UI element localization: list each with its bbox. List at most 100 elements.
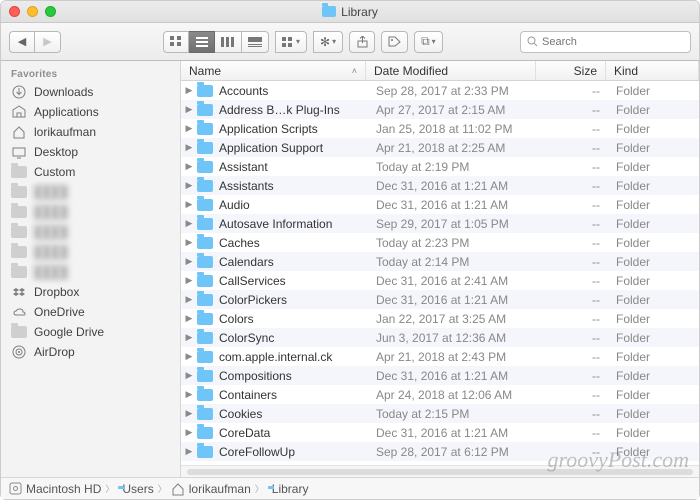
dropbox-toolbar-button[interactable]: ⧉ ▾	[414, 31, 443, 53]
file-kind: Folder	[608, 331, 699, 345]
file-row[interactable]: ▶CachesToday at 2:23 PM--Folder	[181, 233, 699, 252]
file-name: Containers	[219, 388, 368, 402]
icon-view-button[interactable]	[163, 31, 189, 53]
disclosure-triangle-icon[interactable]: ▶	[181, 180, 197, 191]
disclosure-triangle-icon[interactable]: ▶	[181, 313, 197, 324]
disclosure-triangle-icon[interactable]: ▶	[181, 351, 197, 362]
tags-button[interactable]	[381, 31, 408, 53]
file-row[interactable]: ▶AccountsSep 28, 2017 at 2:33 PM--Folder	[181, 81, 699, 100]
disclosure-triangle-icon[interactable]: ▶	[181, 123, 197, 134]
disclosure-triangle-icon[interactable]: ▶	[181, 389, 197, 400]
sidebar-item[interactable]: Desktop	[1, 142, 180, 162]
file-date: Today at 2:14 PM	[368, 255, 538, 269]
path-segment[interactable]: Library	[268, 482, 309, 496]
horizontal-scrollbar[interactable]	[181, 465, 699, 477]
sidebar-item[interactable]: Custom	[1, 162, 180, 182]
back-button[interactable]: ◀	[9, 31, 35, 53]
list-view-button[interactable]	[189, 31, 215, 53]
search-input[interactable]	[542, 36, 684, 48]
zoom-window-button[interactable]	[45, 6, 56, 17]
column-size[interactable]: Size	[536, 61, 606, 80]
share-button[interactable]	[349, 31, 375, 53]
download-icon	[11, 85, 27, 99]
file-name: CoreFollowUp	[219, 445, 368, 459]
disclosure-triangle-icon[interactable]: ▶	[181, 332, 197, 343]
arrange-button[interactable]: ▾	[275, 31, 307, 53]
file-row[interactable]: ▶AssistantsDec 31, 2016 at 1:21 AM--Fold…	[181, 176, 699, 195]
folder-icon	[197, 370, 213, 382]
sidebar-item[interactable]: Dropbox	[1, 282, 180, 302]
disclosure-triangle-icon[interactable]: ▶	[181, 104, 197, 115]
scrollbar-thumb[interactable]	[187, 469, 693, 475]
file-name: Application Support	[219, 141, 368, 155]
sidebar-item[interactable]: Downloads	[1, 82, 180, 102]
gallery-view-button[interactable]	[242, 31, 269, 53]
share-icon	[357, 36, 368, 48]
disclosure-triangle-icon[interactable]: ▶	[181, 161, 197, 172]
folder-icon	[197, 275, 213, 287]
file-row[interactable]: ▶CallServicesDec 31, 2016 at 2:41 AM--Fo…	[181, 271, 699, 290]
sidebar-item[interactable]: OneDrive	[1, 302, 180, 322]
disclosure-triangle-icon[interactable]: ▶	[181, 294, 197, 305]
action-button[interactable]: ✻ ▾	[313, 31, 343, 53]
file-row[interactable]: ▶Application SupportApr 21, 2018 at 2:25…	[181, 138, 699, 157]
disclosure-triangle-icon[interactable]: ▶	[181, 446, 197, 457]
file-row[interactable]: ▶Autosave InformationSep 29, 2017 at 1:0…	[181, 214, 699, 233]
sidebar-item[interactable]: ████	[1, 202, 180, 222]
folder-icon	[197, 294, 213, 306]
file-row[interactable]: ▶Application ScriptsJan 25, 2018 at 11:0…	[181, 119, 699, 138]
file-row[interactable]: ▶com.apple.internal.ckApr 21, 2018 at 2:…	[181, 347, 699, 366]
sidebar-item-label: Dropbox	[34, 285, 79, 299]
sidebar-item-label: ████	[34, 265, 68, 279]
file-row[interactable]: ▶CoreDataDec 31, 2016 at 1:21 AM--Folder	[181, 423, 699, 442]
disclosure-triangle-icon[interactable]: ▶	[181, 218, 197, 229]
sidebar-item[interactable]: Applications	[1, 102, 180, 122]
close-window-button[interactable]	[9, 6, 20, 17]
sidebar-item[interactable]: Google Drive	[1, 322, 180, 342]
file-row[interactable]: ▶AudioDec 31, 2016 at 1:21 AM--Folder	[181, 195, 699, 214]
disclosure-triangle-icon[interactable]: ▶	[181, 142, 197, 153]
file-row[interactable]: ▶CompositionsDec 31, 2016 at 1:21 AM--Fo…	[181, 366, 699, 385]
dropbox-icon	[11, 285, 27, 299]
file-rows[interactable]: ▶AccountsSep 28, 2017 at 2:33 PM--Folder…	[181, 81, 699, 465]
disclosure-triangle-icon[interactable]: ▶	[181, 256, 197, 267]
path-segment[interactable]: Macintosh HD	[9, 482, 101, 496]
sidebar-item[interactable]: ████	[1, 222, 180, 242]
file-row[interactable]: ▶ColorsJan 22, 2017 at 3:25 AM--Folder	[181, 309, 699, 328]
column-view-button[interactable]	[215, 31, 242, 53]
gear-icon: ✻	[320, 35, 330, 49]
disclosure-triangle-icon[interactable]: ▶	[181, 199, 197, 210]
minimize-window-button[interactable]	[27, 6, 38, 17]
list-icon	[196, 37, 208, 47]
file-row[interactable]: ▶ColorSyncJun 3, 2017 at 12:36 AM--Folde…	[181, 328, 699, 347]
file-row[interactable]: ▶ColorPickersDec 31, 2016 at 1:21 AM--Fo…	[181, 290, 699, 309]
file-row[interactable]: ▶CalendarsToday at 2:14 PM--Folder	[181, 252, 699, 271]
column-name[interactable]: Name˄	[181, 61, 366, 80]
file-date: Sep 29, 2017 at 1:05 PM	[368, 217, 538, 231]
path-segment[interactable]: Users	[118, 482, 153, 496]
file-name: Accounts	[219, 84, 368, 98]
disclosure-triangle-icon[interactable]: ▶	[181, 427, 197, 438]
file-row[interactable]: ▶Address B…k Plug-InsApr 27, 2017 at 2:1…	[181, 100, 699, 119]
disclosure-triangle-icon[interactable]: ▶	[181, 85, 197, 96]
file-size: --	[538, 407, 608, 421]
search-field[interactable]	[520, 31, 691, 53]
disclosure-triangle-icon[interactable]: ▶	[181, 408, 197, 419]
column-date[interactable]: Date Modified	[366, 61, 536, 80]
sidebar-item[interactable]: lorikaufman	[1, 122, 180, 142]
sidebar-item[interactable]: ████	[1, 262, 180, 282]
column-kind[interactable]: Kind	[606, 61, 699, 80]
file-row[interactable]: ▶ContainersApr 24, 2018 at 12:06 AM--Fol…	[181, 385, 699, 404]
file-row[interactable]: ▶CoreFollowUpSep 28, 2017 at 6:12 PM--Fo…	[181, 442, 699, 461]
disclosure-triangle-icon[interactable]: ▶	[181, 237, 197, 248]
file-row[interactable]: ▶CookiesToday at 2:15 PM--Folder	[181, 404, 699, 423]
path-segment[interactable]: lorikaufman	[171, 482, 251, 496]
sidebar-item[interactable]: ████	[1, 242, 180, 262]
forward-button[interactable]: ▶	[35, 31, 61, 53]
disclosure-triangle-icon[interactable]: ▶	[181, 370, 197, 381]
file-row[interactable]: ▶AssistantToday at 2:19 PM--Folder	[181, 157, 699, 176]
file-kind: Folder	[608, 293, 699, 307]
sidebar-item[interactable]: ████	[1, 182, 180, 202]
disclosure-triangle-icon[interactable]: ▶	[181, 275, 197, 286]
sidebar-item[interactable]: AirDrop	[1, 342, 180, 362]
